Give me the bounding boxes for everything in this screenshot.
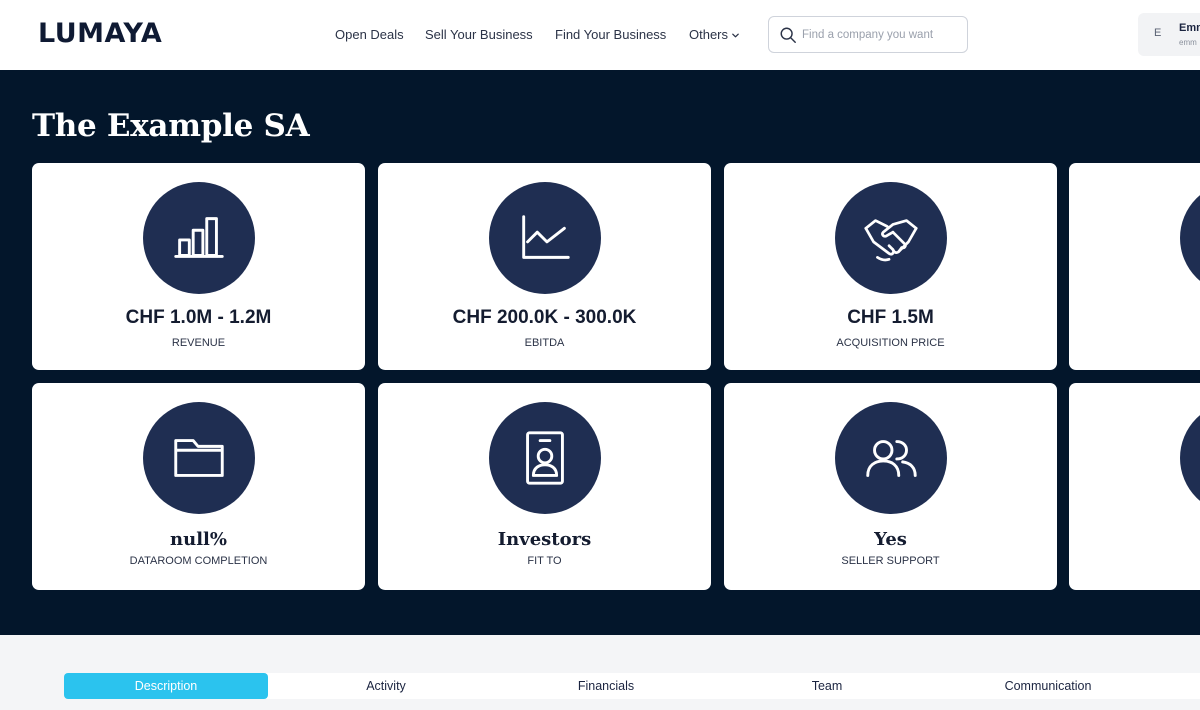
tab-communication[interactable]: Communication [987, 673, 1109, 699]
users-icon [866, 440, 917, 477]
user-email: emm [1179, 38, 1197, 47]
search-input[interactable] [802, 25, 962, 45]
id-badge-icon [526, 431, 564, 485]
tab-team[interactable]: Team [787, 673, 867, 699]
kpi-label: FIT TO [527, 555, 562, 567]
nav-sell-your-business[interactable]: Sell Your Business [425, 26, 533, 44]
page-title: The Example SA [32, 108, 310, 144]
details-tabs: Description Activity Financials Team Com… [64, 673, 1200, 699]
kpi-icon-circle [143, 402, 255, 514]
top-header: LUMAYA Open Deals Sell Your Business Fin… [0, 0, 1200, 70]
kpi-value: Investors [497, 529, 592, 550]
folder-icon [174, 439, 224, 477]
nav-others-label: Others [689, 27, 729, 42]
kpi-label: ACQUISITION PRICE [836, 337, 945, 349]
kpi-label: SELLER SUPPORT [841, 555, 940, 567]
bar-chart-icon [174, 217, 224, 258]
kpi-icon-circle [1180, 402, 1200, 514]
line-chart-icon [522, 215, 570, 259]
kpi-icon-circle [489, 402, 601, 514]
kpi-value: CHF 1.5M [847, 307, 934, 328]
logo-text: LUMAYA [38, 18, 163, 49]
kpi-card-acquisition-price: CHF 1.5M ACQUISITION PRICE [724, 163, 1057, 370]
chevron-down-icon [732, 33, 739, 38]
search-icon [780, 27, 796, 43]
brand-logo[interactable]: LUMAYA [38, 19, 162, 49]
kpi-card-partial [1069, 163, 1200, 370]
kpi-icon-circle [143, 182, 255, 294]
kpi-card-partial [1069, 383, 1200, 590]
kpi-card-fit-to: Investors FIT TO [378, 383, 711, 590]
kpi-card-dataroom-completion: null% DATAROOM COMPLETION [32, 383, 365, 590]
details-tab-area: Description Activity Financials Team Com… [0, 635, 1200, 710]
nav-others-dropdown[interactable]: Others [689, 26, 740, 44]
kpi-icon-circle [835, 402, 947, 514]
kpi-value: null% [170, 529, 227, 550]
company-hero: The Example SA CHF 1.0M - 1.2M REVENUE C… [0, 70, 1200, 635]
kpi-icon-circle [835, 182, 947, 294]
tab-financials[interactable]: Financials [566, 673, 646, 699]
kpi-icon-circle [489, 182, 601, 294]
user-name: Emm [1179, 22, 1200, 34]
kpi-value: Yes [874, 529, 907, 550]
nav-find-your-business[interactable]: Find Your Business [555, 26, 666, 44]
company-search [768, 16, 968, 53]
kpi-card-revenue: CHF 1.0M - 1.2M REVENUE [32, 163, 365, 370]
nav-open-deals[interactable]: Open Deals [335, 26, 404, 44]
kpi-label: EBITDA [524, 337, 565, 349]
kpi-value: CHF 200.0K - 300.0K [452, 307, 637, 328]
kpi-value: CHF 1.0M - 1.2M [125, 307, 272, 328]
tab-description[interactable]: Description [64, 673, 268, 699]
kpi-label: REVENUE [171, 337, 226, 349]
kpi-icon-circle [1180, 182, 1200, 294]
handshake-icon [864, 219, 918, 262]
kpi-card-seller-support: Yes SELLER SUPPORT [724, 383, 1057, 590]
kpi-card-ebitda: CHF 200.0K - 300.0K EBITDA [378, 163, 711, 370]
user-menu[interactable]: E Emm emm [1138, 13, 1200, 56]
kpi-label: DATAROOM COMPLETION [129, 555, 268, 567]
avatar: E [1154, 27, 1162, 39]
tab-activity[interactable]: Activity [346, 673, 426, 699]
